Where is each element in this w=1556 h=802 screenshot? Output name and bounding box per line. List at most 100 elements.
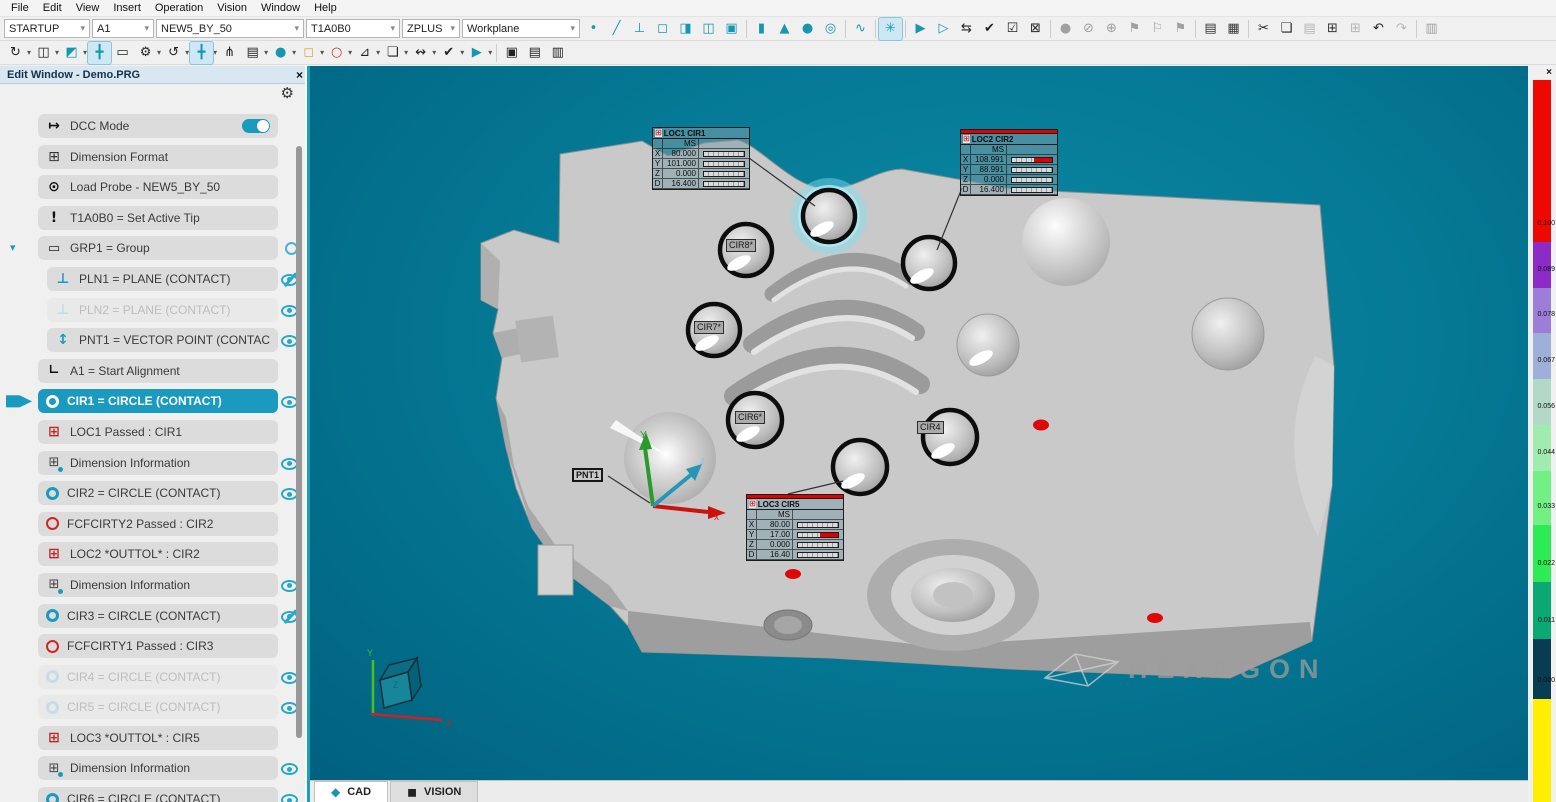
visibility-eye-icon[interactable] [281,793,298,802]
zplus-dropdown[interactable]: ZPLUS ▾ [402,19,460,38]
bookmark-icon[interactable]: ⚑ [1123,18,1146,40]
paste-icon[interactable]: ▤ [1298,18,1321,40]
circle-feature-icon[interactable]: ◻ [651,18,674,40]
report-view-icon[interactable]: ▤ [1199,18,1222,40]
cir7-label[interactable]: CIR7* [694,321,724,334]
command-pill[interactable]: T1A0B0 = Set Active Tip [38,206,278,230]
menu-item[interactable]: Operation [148,1,210,15]
solid-cube-icon[interactable]: ◩ [60,42,83,64]
menu-item[interactable]: Window [254,1,307,15]
visibility-eye-icon[interactable] [281,762,298,780]
redo-icon[interactable]: ↷ [1390,18,1413,40]
command-pill[interactable]: Dimension Format [38,145,278,169]
wireframe-cube-icon[interactable]: ◫ [32,42,55,64]
plane-feature-icon[interactable]: ⊥ [628,18,651,40]
menu-item[interactable]: View [69,1,107,15]
confirm-icon[interactable]: ✔ [437,42,460,64]
chevron-down-icon[interactable]: ▾ [55,48,59,57]
auto-feature-icon[interactable]: ✳ [879,18,902,40]
command-pill[interactable]: A1 = Start Alignment [38,359,278,383]
report-reject-icon[interactable]: ⊠ [1024,18,1047,40]
scrollbar-thumb[interactable] [296,146,302,738]
round-slot-feature-icon[interactable]: ◨ [674,18,697,40]
copy-icon[interactable]: ❏ [1275,18,1298,40]
loc3-cir5-table[interactable]: ⊞ LOC3 CIR5 MS X 80.00 [746,494,844,561]
command-pill[interactable]: DCC Mode [38,114,278,138]
print-icon[interactable]: ▥ [1420,18,1443,40]
translate-view-icon[interactable]: ╋ [190,42,213,64]
tip-dropdown[interactable]: T1A0B0 ▾ [306,19,400,38]
chevron-down-icon[interactable]: ▾ [348,48,352,57]
chevron-down-icon[interactable]: ▾ [83,48,87,57]
command-pill[interactable]: Dimension Information [38,573,278,597]
command-pill[interactable]: PLN2 = PLANE (CONTACT) [47,298,278,322]
close-icon[interactable]: × [1546,67,1552,78]
command-pill[interactable]: CIR6 = CIRCLE (CONTACT) [38,787,278,802]
cir8-label[interactable]: CIR8* [726,239,756,252]
workplane-dropdown[interactable]: Workplane ▾ [462,19,580,38]
probe-dropdown[interactable]: NEW5_BY_50 ▾ [156,19,304,38]
chevron-down-icon[interactable]: ▾ [404,48,408,57]
orientation-cube[interactable]: Y X Z [367,648,452,728]
pattern-icon[interactable]: ⊞ [1344,18,1367,40]
cone-feature-icon[interactable]: ▲ [773,18,796,40]
gage-rectangle-icon[interactable]: ◻ [297,42,320,64]
command-pill[interactable]: CIR4 = CIRCLE (CONTACT) [38,665,278,689]
chevron-down-icon[interactable]: ▾ [376,48,380,57]
probe-disable-icon[interactable]: ⊘ [1077,18,1100,40]
tab-vision[interactable]: ◼ VISION [390,781,478,802]
command-pill[interactable]: FCFCIRTY2 Passed : CIR2 [38,512,278,536]
cylinder-feature-icon[interactable]: ▮ [750,18,773,40]
cut-icon[interactable]: ✂ [1252,18,1275,40]
loop-icon[interactable]: ⇆ [955,18,978,40]
torus-feature-icon[interactable]: ◎ [819,18,842,40]
stop-icon[interactable]: ● [1054,18,1077,40]
startup-dropdown[interactable]: STARTUP ▾ [4,19,90,38]
command-pill[interactable]: Load Probe - NEW5_BY_50 [38,175,278,199]
command-pill[interactable]: PLN1 = PLANE (CONTACT) [47,267,278,291]
rotate-view-icon[interactable]: ↺ [162,42,185,64]
chevron-down-icon[interactable]: ▾ [264,48,268,57]
command-pill[interactable]: GRP1 = Group [38,236,278,260]
tab-cad[interactable]: ◆ CAD [314,781,388,802]
probe-branch-icon[interactable]: ⋔ [218,42,241,64]
gear-icon[interactable]: ⚙ [281,84,294,102]
cir6-label[interactable]: CIR6* [735,411,765,424]
close-icon[interactable]: × [296,69,303,81]
stats-window-icon[interactable]: ▥ [546,42,569,64]
menu-item[interactable]: Help [307,1,344,15]
command-pill[interactable]: CIR5 = CIRCLE (CONTACT) [38,695,278,719]
command-pill[interactable]: Dimension Information [38,756,278,780]
line-feature-icon[interactable]: ╱ [605,18,628,40]
settings-gears-icon[interactable]: ⚙ [134,42,157,64]
command-pill[interactable]: CIR2 = CIRCLE (CONTACT) [38,481,278,505]
alignment-dropdown[interactable]: A1 ▾ [92,19,154,38]
view-orientation-icon[interactable]: ↻ [4,42,27,64]
command-pill[interactable]: LOC3 *OUTTOL* : CIR5 [38,726,278,750]
loc1-cir1-table[interactable]: ⊞ LOC1 CIR1 MS X 80.000 [652,127,750,190]
cir4-label[interactable]: CIR4 [917,421,944,434]
graph-analysis-icon[interactable]: ⊿ [353,42,376,64]
bookmark-insert-icon[interactable]: ⚐ [1146,18,1169,40]
probe-file-icon[interactable]: ▤ [241,42,264,64]
window-pages-icon[interactable]: ❏ [381,42,404,64]
chevron-down-icon[interactable]: ▾ [10,241,16,254]
undo-icon[interactable]: ↶ [1367,18,1390,40]
menu-item[interactable]: Edit [36,1,69,15]
chevron-down-icon[interactable]: ▾ [460,48,464,57]
bookmark-clear-icon[interactable]: ⚑ [1169,18,1192,40]
point-feature-icon[interactable]: • [582,18,605,40]
command-pill[interactable]: LOC1 Passed : CIR1 [38,420,278,444]
command-pill[interactable]: FCFCIRTY1 Passed : CIR3 [38,634,278,658]
curve-feature-icon[interactable]: ∿ [849,18,872,40]
command-pill[interactable]: CIR3 = CIRCLE (CONTACT) [38,604,278,628]
chevron-down-icon[interactable]: ▾ [432,48,436,57]
chevron-down-icon[interactable]: ▾ [488,48,492,57]
command-pill[interactable]: PNT1 = VECTOR POINT (CONTAC [47,328,278,352]
chevron-down-icon[interactable]: ▾ [213,48,217,57]
paste-special-icon[interactable]: ⊞ [1321,18,1344,40]
report-window-icon[interactable]: ▤ [523,42,546,64]
measurement-path-icon[interactable]: ↭ [409,42,432,64]
camera-icon[interactable]: ▣ [500,42,523,64]
comment-icon[interactable]: ▭ [111,42,134,64]
